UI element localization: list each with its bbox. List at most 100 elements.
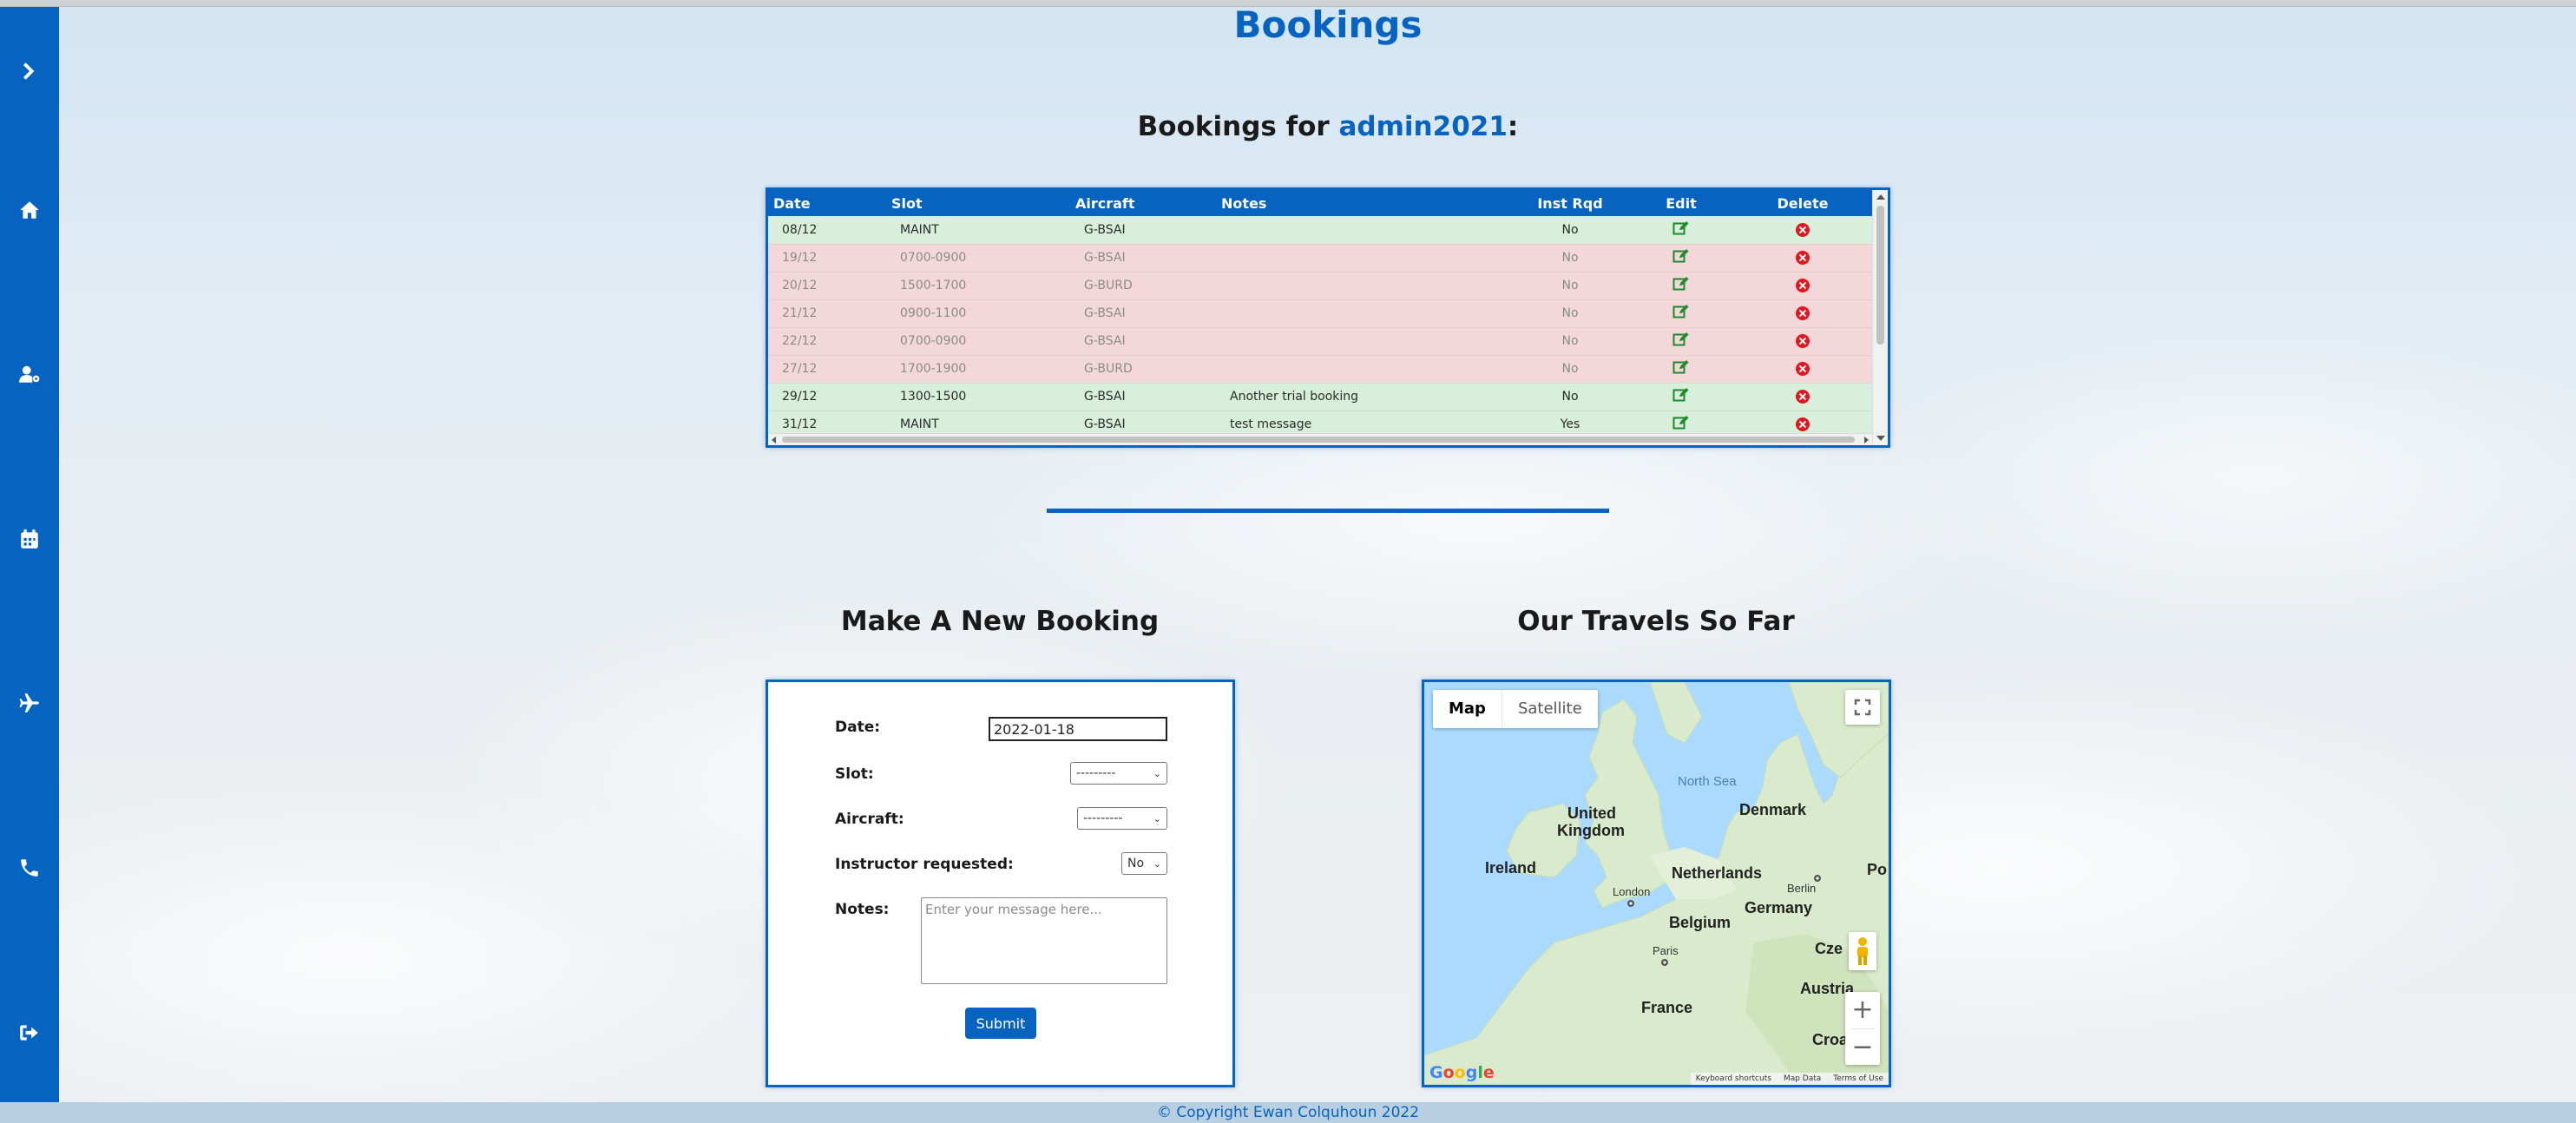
map-label-berlin: Berlin [1787, 882, 1816, 895]
cell-aircraft: G-BSAI [1070, 299, 1216, 328]
zoom-out-button[interactable]: − [1845, 1028, 1880, 1065]
cell-edit [1629, 327, 1733, 356]
table-vertical-scrollbar[interactable] [1872, 190, 1888, 445]
delete-icon[interactable] [1796, 390, 1810, 404]
edit-icon[interactable] [1672, 415, 1690, 430]
street-view-pegman-button[interactable] [1849, 932, 1876, 970]
map-data-link[interactable]: Map Data [1784, 1074, 1821, 1083]
header-slot[interactable]: Slot [886, 190, 1070, 216]
google-logo[interactable]: Google [1429, 1063, 1495, 1082]
sidebar-item-bookings[interactable] [0, 513, 59, 565]
cell-date: 21/12 [768, 299, 886, 328]
instructor-select-value: No [1127, 857, 1145, 870]
map-label-uk-line1: United [1567, 804, 1616, 822]
aircraft-select[interactable]: --------- ⌄ [1077, 807, 1167, 830]
map-label-belgium: Belgium [1669, 914, 1731, 931]
bookings-table: Date Slot Aircraft Notes Inst Rqd Edit D… [768, 190, 1872, 439]
cell-edit [1629, 216, 1733, 245]
instructor-label: Instructor requested: [835, 856, 1014, 873]
map-label-netherlands: Netherlands [1672, 864, 1762, 882]
cell-notes: Another trial booking [1216, 383, 1511, 411]
header-delete: Delete [1733, 190, 1872, 216]
map-canvas[interactable]: North Sea United Kingdom Ireland Denmark… [1424, 682, 1889, 1085]
slot-select-value: --------- [1076, 766, 1116, 780]
sidebar-item-logout[interactable] [0, 1007, 59, 1059]
scroll-right-arrow-icon[interactable] [1864, 437, 1869, 443]
slot-select[interactable]: --------- ⌄ [1070, 762, 1167, 785]
cell-inst-rqd: No [1511, 383, 1629, 411]
cell-slot: 0900-1100 [886, 299, 1070, 328]
zoom-in-button[interactable]: + [1845, 992, 1880, 1028]
map-label-ireland: Ireland [1485, 859, 1536, 877]
cell-delete [1733, 355, 1872, 384]
scroll-up-arrow-icon[interactable] [1876, 194, 1885, 200]
sidebar-item-account[interactable] [0, 348, 59, 400]
page-footer: © Copyright Ewan Colquhoun 2022 [0, 1102, 2576, 1123]
table-row: 27/12 1700-1900 G-BURD No [768, 355, 1872, 384]
cell-delete [1733, 272, 1872, 300]
cell-delete [1733, 383, 1872, 411]
edit-icon[interactable] [1672, 332, 1690, 347]
delete-icon[interactable] [1796, 362, 1810, 376]
sidebar-item-aircraft[interactable] [0, 677, 59, 729]
chevron-down-icon: ⌄ [1153, 812, 1161, 824]
cell-slot: 1500-1700 [886, 272, 1070, 300]
cell-inst-rqd: No [1511, 327, 1629, 356]
user-settings-icon [19, 365, 40, 383]
berlin-marker-dot [1816, 877, 1819, 880]
header-notes[interactable]: Notes [1216, 190, 1511, 216]
scroll-left-arrow-icon[interactable] [772, 437, 776, 443]
edit-icon[interactable] [1672, 220, 1690, 236]
delete-icon[interactable] [1796, 334, 1810, 348]
fullscreen-icon [1854, 699, 1871, 716]
cell-inst-rqd: No [1511, 299, 1629, 328]
header-date[interactable]: Date [768, 190, 886, 216]
map-type-control: Map Satellite [1433, 690, 1598, 728]
map-widget[interactable]: North Sea United Kingdom Ireland Denmark… [1422, 680, 1891, 1087]
notes-textarea[interactable] [921, 897, 1167, 984]
sign-out-icon [20, 1025, 38, 1041]
header-aircraft[interactable]: Aircraft [1070, 190, 1216, 216]
edit-icon[interactable] [1672, 359, 1690, 375]
fullscreen-button[interactable] [1845, 690, 1880, 725]
delete-icon[interactable] [1796, 222, 1810, 237]
submit-button[interactable]: Submit [965, 1008, 1036, 1039]
edit-icon[interactable] [1672, 276, 1690, 292]
sidebar-item-contact[interactable] [0, 842, 59, 894]
chevron-down-icon: ⌄ [1153, 857, 1161, 870]
scroll-down-arrow-icon[interactable] [1876, 436, 1885, 441]
cell-delete [1733, 244, 1872, 273]
terms-of-use-link[interactable]: Terms of Use [1833, 1074, 1883, 1083]
map-label-france: France [1641, 999, 1692, 1016]
cell-edit [1629, 299, 1733, 328]
delete-icon[interactable] [1796, 417, 1810, 431]
cell-delete [1733, 299, 1872, 328]
edit-icon[interactable] [1672, 387, 1690, 403]
edit-icon[interactable] [1672, 304, 1690, 319]
scrollbar-thumb[interactable] [1876, 206, 1884, 345]
table-row: 29/12 1300-1500 G-BSAI Another trial bookin… [768, 383, 1872, 411]
scrollbar-thumb[interactable] [782, 437, 1855, 443]
zoom-control: + − [1845, 992, 1880, 1065]
keyboard-shortcuts-link[interactable]: Keyboard shortcuts [1696, 1074, 1771, 1083]
table-horizontal-scrollbar[interactable] [768, 433, 1872, 445]
bookings-table-container: Date Slot Aircraft Notes Inst Rqd Edit D… [766, 187, 1890, 448]
header-inst-rqd[interactable]: Inst Rqd [1511, 190, 1629, 216]
map-type-map-button[interactable]: Map [1433, 690, 1502, 728]
delete-icon[interactable] [1796, 251, 1810, 265]
delete-icon[interactable] [1796, 306, 1810, 320]
cell-aircraft: G-BSAI [1070, 327, 1216, 356]
new-booking-title: Make A New Booking [840, 606, 1160, 637]
edit-icon[interactable] [1672, 248, 1690, 264]
cell-date: 19/12 [768, 244, 886, 273]
delete-icon[interactable] [1796, 279, 1810, 292]
cell-notes [1216, 299, 1511, 328]
map-label-denmark: Denmark [1739, 801, 1807, 818]
date-input[interactable] [989, 717, 1167, 741]
sidebar-toggle-button[interactable] [0, 45, 59, 97]
sidebar-item-home[interactable] [0, 184, 59, 236]
table-row: 19/12 0700-0900 G-BSAI No [768, 244, 1872, 273]
map-type-satellite-button[interactable]: Satellite [1501, 690, 1598, 728]
instructor-select[interactable]: No ⌄ [1121, 852, 1167, 875]
date-label: Date: [835, 719, 881, 736]
